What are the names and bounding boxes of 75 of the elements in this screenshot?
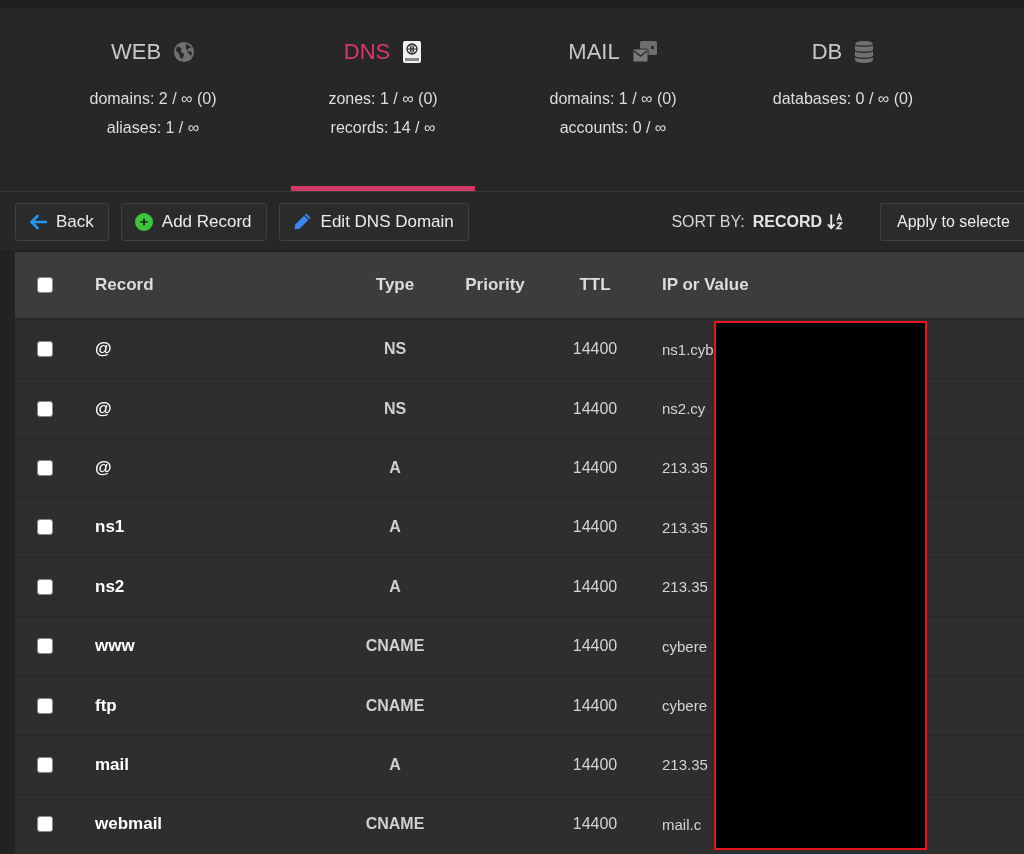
ttl-value: 14400 <box>572 399 618 418</box>
ttl-value: 14400 <box>572 815 618 834</box>
sort-label: SORT BY: <box>671 212 745 231</box>
record-type: A <box>389 518 401 537</box>
pencil-icon <box>292 212 312 231</box>
record-value: 213.35 <box>662 459 708 477</box>
add-record-button[interactable]: Add Record <box>120 202 267 241</box>
nav-tab[interactable]: WEB <box>110 37 196 67</box>
stat-text: domains: 2 / ∞ (0) <box>89 89 217 109</box>
record-name: ns2 <box>95 576 125 597</box>
row-checkbox[interactable] <box>37 756 53 773</box>
row-checkbox[interactable] <box>37 459 53 476</box>
record-value: ns2.cy <box>662 400 706 418</box>
record-name: webmail <box>95 814 163 835</box>
column-header[interactable]: IP or Value <box>662 275 749 295</box>
record-name: mail <box>95 754 130 775</box>
stat-text: accounts: 0 / ∞ <box>559 118 667 138</box>
record-value: 213.35 <box>662 518 708 536</box>
sort-button[interactable]: RECORD <box>752 212 844 231</box>
nav-tab[interactable]: MAIL <box>568 37 658 67</box>
envelopes-icon <box>631 40 658 64</box>
record-value: 213.35 <box>662 578 708 596</box>
record-type: A <box>389 755 401 774</box>
row-checkbox[interactable] <box>37 578 53 595</box>
stat-text: databases: 0 / ∞ (0) <box>772 89 914 109</box>
bulk-action-button[interactable]: Apply to selecte <box>880 202 1024 241</box>
row-checkbox[interactable] <box>37 638 53 655</box>
column-header[interactable]: Priority <box>465 275 525 295</box>
record-type: CNAME <box>365 696 425 715</box>
plus-circle-icon <box>134 212 153 231</box>
stat-text: aliases: 1 / ∞ <box>106 118 200 138</box>
ttl-value: 14400 <box>572 637 618 656</box>
ttl-value: 14400 <box>572 340 618 359</box>
record-type: NS <box>383 399 407 418</box>
row-checkbox[interactable] <box>37 519 53 536</box>
record-name: www <box>95 636 135 657</box>
record-value: 213.35 <box>662 756 708 774</box>
column-header[interactable]: TTL <box>579 275 611 295</box>
database-icon <box>854 40 875 64</box>
globe-icon <box>173 41 196 63</box>
book-globe-icon <box>402 40 423 64</box>
record-type: CNAME <box>365 637 425 656</box>
row-checkbox[interactable] <box>37 697 53 714</box>
column-header[interactable]: Record <box>95 275 154 295</box>
ttl-value: 14400 <box>572 577 618 596</box>
record-type: A <box>389 577 401 596</box>
record-value: cybere <box>662 637 708 655</box>
select-all-checkbox[interactable] <box>37 277 53 293</box>
record-name: ftp <box>95 695 117 716</box>
record-type: A <box>389 458 401 477</box>
nav-tab[interactable]: DB <box>811 37 875 67</box>
ttl-value: 14400 <box>572 518 618 537</box>
edit-domain-button[interactable]: Edit DNS Domain <box>278 202 469 241</box>
record-type: CNAME <box>365 815 425 834</box>
stat-text: domains: 1 / ∞ (0) <box>549 89 677 109</box>
record-name: @ <box>95 339 112 360</box>
record-value: mail.c <box>662 815 702 833</box>
row-checkbox[interactable] <box>37 400 53 417</box>
record-value: ns1.cyb <box>662 340 714 358</box>
ttl-value: 14400 <box>572 696 618 715</box>
column-header[interactable]: Type <box>375 275 415 295</box>
row-checkbox[interactable] <box>37 816 53 833</box>
sort-icon <box>827 213 844 230</box>
back-button[interactable]: Back <box>15 202 109 241</box>
record-name: ns1 <box>95 517 125 538</box>
stat-text: zones: 1 / ∞ (0) <box>328 89 438 109</box>
record-value: cybere <box>662 697 708 715</box>
record-type: NS <box>383 340 407 359</box>
left-arrow-icon <box>29 213 47 230</box>
stat-text: records: 14 / ∞ <box>330 118 436 138</box>
ttl-value: 14400 <box>572 755 618 774</box>
record-name: @ <box>95 398 112 419</box>
ttl-value: 14400 <box>572 458 618 477</box>
row-checkbox[interactable] <box>37 341 53 358</box>
record-name: @ <box>95 457 112 478</box>
